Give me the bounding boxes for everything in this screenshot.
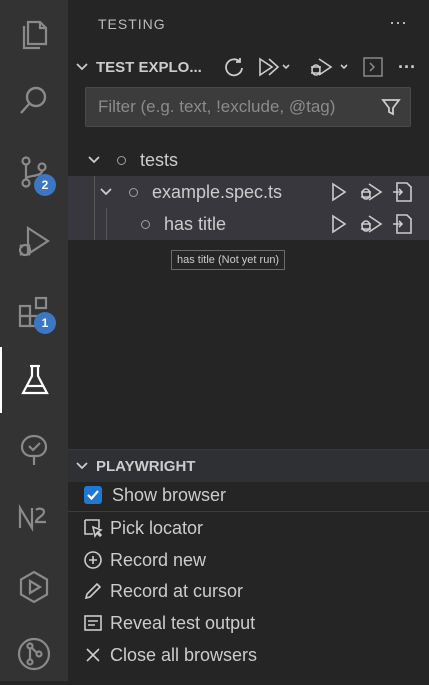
status-circle-icon [117, 155, 126, 165]
test-explorer-more-icon[interactable]: ··· [398, 51, 416, 83]
record-new-action[interactable]: Record new [82, 545, 206, 575]
debug-all-tests-icon[interactable] [307, 51, 351, 83]
run-test-icon[interactable] [329, 182, 349, 202]
show-browser-label: Show browser [112, 484, 227, 505]
run-test-icon[interactable] [329, 214, 349, 234]
explorer-icon[interactable] [0, 2, 68, 65]
chevron-down-icon[interactable] [87, 153, 107, 167]
filter-input[interactable] [86, 96, 372, 118]
run-all-tests-icon[interactable] [257, 51, 291, 83]
chevron-down-icon[interactable] [99, 185, 119, 199]
go-to-test-icon[interactable] [391, 182, 413, 202]
show-output-icon[interactable] [362, 51, 384, 83]
activity-bar: 2 1 [0, 0, 68, 681]
chevron-down-icon[interactable] [68, 60, 96, 74]
extensions-badge: 1 [34, 312, 56, 334]
indent-guide [94, 176, 95, 208]
reveal-test-output-action[interactable]: Reveal test output [82, 608, 255, 638]
test-explorer-header[interactable]: TEST EXPLO... ··· [68, 51, 429, 83]
playwright-header[interactable]: PLAYWRIGHT [68, 449, 429, 482]
close-icon [82, 644, 104, 666]
record-at-cursor-label: Record at cursor [110, 580, 244, 601]
chevron-down-icon[interactable] [68, 459, 96, 473]
record-new-label: Record new [110, 549, 207, 570]
tree-row-tests[interactable]: tests [68, 144, 429, 176]
test-tooltip: has title (Not yet run) [171, 250, 286, 270]
debug-test-icon[interactable] [357, 182, 383, 202]
record-at-cursor-action[interactable]: Record at cursor [82, 576, 243, 606]
extensions-icon[interactable]: 1 [0, 280, 68, 343]
beaker-icon[interactable] [0, 347, 68, 413]
close-all-browsers-action[interactable]: Close all browsers [82, 640, 257, 670]
close-all-browsers-label: Close all browsers [110, 644, 258, 665]
filter-icon[interactable] [372, 97, 410, 117]
pencil-icon [82, 580, 104, 602]
record-new-icon [82, 549, 104, 571]
debug-test-icon[interactable] [357, 214, 383, 234]
testing-sidebar: TESTING ··· TEST EXPLO... ··· Filter (e.… [68, 0, 429, 681]
git-graph-icon[interactable] [0, 622, 68, 685]
status-circle-icon [141, 219, 150, 229]
tree-label-has-title: has title [164, 213, 227, 234]
tree-icon[interactable] [0, 418, 68, 481]
tree-label-example-spec: example.spec.ts [152, 181, 283, 202]
pick-locator-action[interactable]: Pick locator [82, 513, 203, 543]
show-browser-checkbox[interactable] [84, 486, 102, 504]
output-icon [82, 612, 104, 634]
show-browser-option[interactable]: Show browser [84, 480, 226, 510]
divider [68, 511, 429, 512]
tree-label-tests: tests [140, 149, 179, 170]
test-filter[interactable] [85, 87, 411, 127]
pick-locator-icon [82, 517, 104, 539]
run-debug-icon[interactable] [0, 209, 68, 272]
indent-guide [106, 208, 107, 240]
tree-row-example-spec[interactable]: example.spec.ts [68, 176, 429, 208]
nx-icon[interactable] [0, 486, 68, 549]
views-more-icon[interactable]: ··· [389, 12, 407, 33]
search-icon[interactable] [0, 69, 68, 132]
refresh-tests-icon[interactable] [223, 51, 245, 83]
status-circle-icon [129, 187, 138, 197]
source-control-icon[interactable]: 2 [0, 140, 68, 203]
source-control-badge: 2 [34, 174, 56, 196]
row-actions [329, 208, 413, 240]
play-hex-icon[interactable] [0, 555, 68, 618]
pick-locator-label: Pick locator [110, 517, 204, 538]
test-explorer-title: TEST EXPLO... [96, 58, 202, 76]
row-actions [329, 176, 413, 208]
indent-guide [94, 208, 95, 240]
tree-row-has-title[interactable]: has title [68, 208, 429, 240]
view-title: TESTING [98, 16, 166, 32]
playwright-title: PLAYWRIGHT [96, 457, 196, 475]
go-to-test-icon[interactable] [391, 214, 413, 234]
reveal-test-output-label: Reveal test output [110, 612, 256, 633]
